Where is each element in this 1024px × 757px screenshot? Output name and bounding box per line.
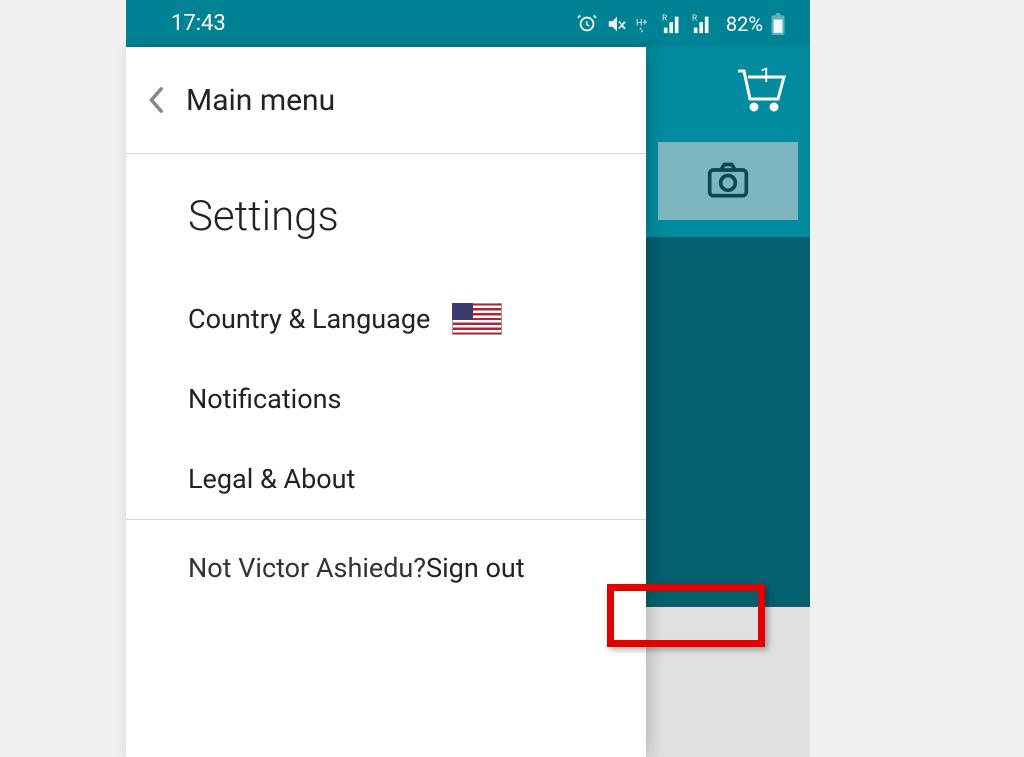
menu-item-label: Notifications bbox=[188, 383, 341, 415]
settings-section-title: Settings bbox=[126, 154, 646, 279]
battery-percent: 82% bbox=[726, 12, 763, 36]
svg-text:R: R bbox=[662, 13, 667, 23]
back-chevron-icon bbox=[148, 90, 168, 110]
signal-r2-icon: R bbox=[692, 13, 714, 35]
menu-item-label: Country & Language bbox=[188, 303, 430, 335]
camera-icon bbox=[706, 162, 750, 200]
drawer-title: Main menu bbox=[186, 83, 335, 118]
background-content: 1 bbox=[646, 47, 810, 757]
menu-drawer: Main menu Settings Country & Language No… bbox=[126, 47, 646, 757]
menu-item-legal-about[interactable]: Legal & About bbox=[126, 439, 646, 519]
signal-r1-icon: R bbox=[662, 13, 684, 35]
cart-count: 1 bbox=[760, 63, 771, 87]
menu-item-notifications[interactable]: Notifications bbox=[126, 359, 646, 439]
menu-item-country-language[interactable]: Country & Language bbox=[126, 279, 646, 359]
cart-button[interactable]: 1 bbox=[732, 65, 788, 113]
status-bar: 17:43 H+ R R 82% bbox=[126, 0, 810, 47]
volume-mute-icon bbox=[606, 13, 628, 35]
drawer-header[interactable]: Main menu bbox=[126, 47, 646, 154]
signout-row[interactable]: Not Victor Ashiedu? Sign out bbox=[126, 519, 646, 616]
svg-text:H+: H+ bbox=[636, 18, 648, 28]
camera-scan-button[interactable] bbox=[658, 142, 798, 220]
svg-text:R: R bbox=[692, 13, 697, 23]
battery-icon bbox=[771, 13, 785, 35]
alarm-icon bbox=[576, 13, 598, 35]
signout-prefix: Not Victor Ashiedu? bbox=[188, 552, 426, 584]
phone-frame: 17:43 H+ R R 82% 1 bbox=[126, 0, 810, 757]
menu-item-label: Legal & About bbox=[188, 463, 355, 495]
status-time: 17:43 bbox=[171, 11, 226, 36]
data-hplus-icon: H+ bbox=[636, 15, 654, 33]
signout-link[interactable]: Sign out bbox=[426, 552, 524, 584]
us-flag-icon bbox=[452, 303, 502, 335]
status-icons: H+ R R 82% bbox=[576, 12, 785, 36]
